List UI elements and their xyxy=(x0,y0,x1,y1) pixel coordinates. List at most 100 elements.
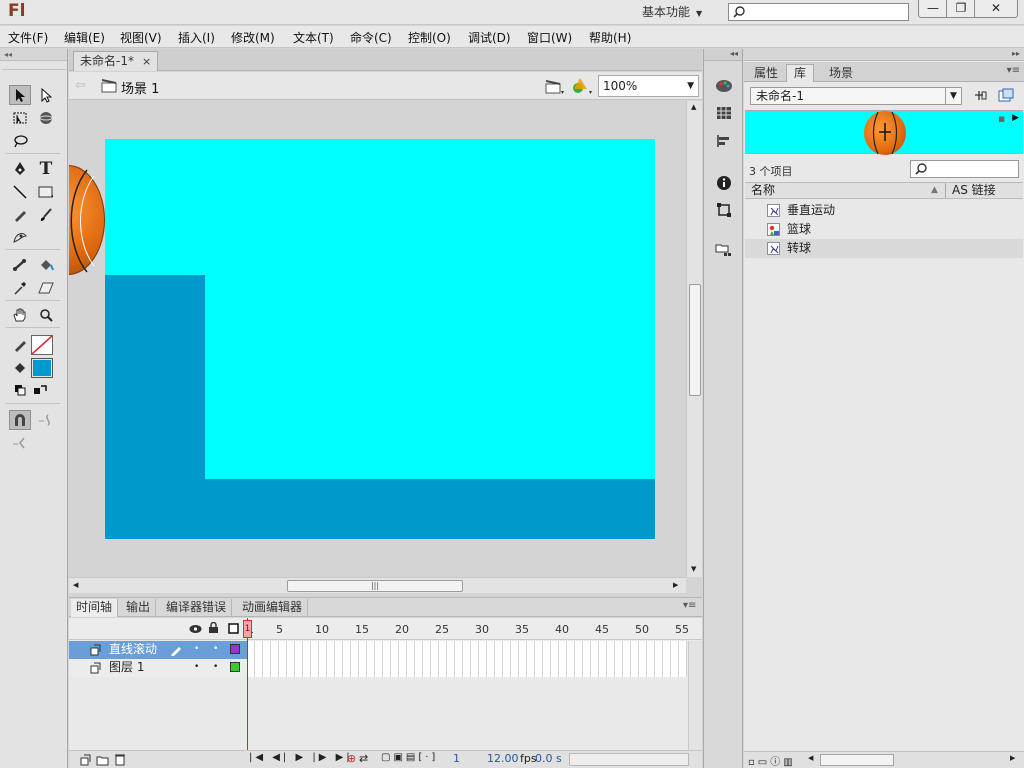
pen-tool-icon[interactable] xyxy=(9,159,31,179)
tab-timeline[interactable]: 时间轴 xyxy=(71,599,119,617)
scroll-left-icon[interactable]: ◀ xyxy=(73,581,78,589)
text-tool-icon[interactable]: T xyxy=(35,159,57,179)
deco-tool-icon[interactable] xyxy=(9,227,31,247)
fill-color-icon[interactable] xyxy=(9,358,31,378)
playhead[interactable] xyxy=(247,618,248,753)
eraser-tool-icon[interactable] xyxy=(35,278,57,298)
layer-outline-color[interactable] xyxy=(230,644,240,654)
scroll-right-icon[interactable]: ▶ xyxy=(1010,754,1015,762)
layer-frames[interactable] xyxy=(247,659,687,677)
align-icon[interactable] xyxy=(714,131,734,151)
center-frame-icon[interactable]: ⊕ xyxy=(347,752,356,765)
current-frame[interactable]: 1 xyxy=(453,752,460,765)
zoom-dropdown[interactable]: 100% ▼ xyxy=(598,75,699,97)
collapse-arrows-icon[interactable]: ◂◂ xyxy=(0,49,67,61)
loop-icon[interactable]: ⇄ xyxy=(359,752,368,765)
color-palette-icon[interactable] xyxy=(714,76,734,96)
new-folder-icon[interactable] xyxy=(96,754,109,766)
scene-label[interactable]: 场景 1 xyxy=(121,78,159,97)
layer-frames[interactable] xyxy=(247,641,687,659)
tab-motion-editor[interactable]: 动画编辑器 xyxy=(237,599,309,617)
menu-window[interactable]: 窗口(W) xyxy=(527,29,572,46)
layer-name[interactable]: 直线滚动 xyxy=(109,641,157,658)
panel-menu-icon[interactable]: ▾≡ xyxy=(683,600,696,611)
expand-arrows-icon[interactable]: ▸▸ xyxy=(1012,49,1020,58)
stop-icon[interactable]: ■ xyxy=(998,115,1005,123)
stage[interactable] xyxy=(105,139,655,539)
menu-debug[interactable]: 调试(D) xyxy=(468,29,511,46)
workspace-switcher[interactable]: 基本功能 ▼ xyxy=(636,3,708,21)
sort-up-icon[interactable]: ▲ xyxy=(931,183,938,198)
stage-horizontal-scrollbar[interactable]: ◀ ||| ▶ xyxy=(69,577,686,593)
menu-insert[interactable]: 插入(I) xyxy=(178,29,215,46)
straighten-icon[interactable] xyxy=(9,433,31,453)
elapsed-time[interactable]: 0.0 s xyxy=(535,752,562,765)
scroll-up-icon[interactable]: ▲ xyxy=(691,103,696,111)
smooth-icon[interactable] xyxy=(35,410,57,430)
library-item[interactable]: 转球 xyxy=(745,239,1023,258)
info-icon[interactable] xyxy=(714,173,734,193)
components-icon[interactable] xyxy=(714,240,734,260)
close-button[interactable]: ✕ xyxy=(974,0,1018,18)
vertical-scroll-thumb[interactable] xyxy=(689,284,701,396)
brush-tool-icon[interactable] xyxy=(35,205,57,225)
lock-dot[interactable]: • xyxy=(213,659,218,676)
help-search-input[interactable] xyxy=(728,3,909,21)
eye-icon[interactable] xyxy=(189,624,202,634)
free-transform-tool-icon[interactable] xyxy=(9,108,31,128)
bone-tool-icon[interactable] xyxy=(9,255,31,275)
menu-view[interactable]: 视图(V) xyxy=(120,29,162,46)
timeline-horizontal-scrollbar[interactable] xyxy=(569,753,689,766)
library-item[interactable]: 篮球 xyxy=(745,220,1023,239)
swatches-icon[interactable] xyxy=(714,103,734,123)
back-arrow-icon[interactable]: ⇦ xyxy=(75,78,86,93)
menu-text[interactable]: 文本(T) xyxy=(293,29,334,46)
scroll-left-icon[interactable]: ◀ xyxy=(808,754,813,762)
line-tool-icon[interactable] xyxy=(9,182,31,202)
column-linkage[interactable]: AS 链接 xyxy=(952,183,996,198)
horizontal-scroll-thumb[interactable]: ||| xyxy=(287,580,463,592)
document-tab[interactable]: 未命名-1* × xyxy=(73,51,159,71)
snap-to-objects-icon[interactable] xyxy=(9,410,31,430)
visibility-dot[interactable]: • xyxy=(194,659,199,676)
pin-library-icon[interactable] xyxy=(972,88,988,103)
3d-rotation-tool-icon[interactable] xyxy=(35,108,57,128)
library-search-input[interactable] xyxy=(910,160,1019,178)
pencil-tool-icon[interactable] xyxy=(9,205,31,225)
onion-skin-controls[interactable]: ▢▣▤[·] xyxy=(381,752,438,763)
column-name[interactable]: 名称 xyxy=(751,183,775,198)
tab-library[interactable]: 库 xyxy=(786,64,815,82)
minimize-button[interactable]: — xyxy=(918,0,948,18)
tab-scene[interactable]: 场景 xyxy=(821,64,861,82)
stroke-color-swatch[interactable] xyxy=(31,335,53,355)
fill-color-swatch[interactable] xyxy=(31,358,53,378)
stage-area[interactable] xyxy=(69,101,686,577)
stage-vertical-scrollbar[interactable]: ▲ ▼ xyxy=(686,101,702,577)
close-tab-icon[interactable]: × xyxy=(142,55,151,68)
layer-row[interactable]: 图层 1 • • xyxy=(69,659,247,677)
frame-rate[interactable]: 12.00 xyxy=(487,752,519,765)
panel-gripper[interactable] xyxy=(2,62,66,70)
library-item[interactable]: 垂直运动 xyxy=(745,201,1023,220)
lasso-tool-icon[interactable] xyxy=(9,131,31,151)
column-divider[interactable] xyxy=(945,183,946,198)
menu-edit[interactable]: 编辑(E) xyxy=(64,29,105,46)
menu-help[interactable]: 帮助(H) xyxy=(589,29,631,46)
layer-name[interactable]: 图层 1 xyxy=(109,659,144,676)
zoom-tool-icon[interactable] xyxy=(35,305,57,325)
library-footer-buttons[interactable]: ▫▭ⓘ▥ xyxy=(748,753,796,768)
outline-icon[interactable] xyxy=(228,623,239,634)
default-colors-icon[interactable] xyxy=(9,380,31,400)
library-scroll-thumb[interactable] xyxy=(820,754,894,766)
new-layer-icon[interactable] xyxy=(79,754,91,766)
edit-scene-icon[interactable] xyxy=(545,78,565,95)
menu-modify[interactable]: 修改(M) xyxy=(231,29,275,46)
tab-output[interactable]: 输出 xyxy=(121,599,157,617)
playback-controls[interactable]: |◀ ◀| ▶ |▶ ▶| xyxy=(249,752,353,763)
stroke-color-icon[interactable] xyxy=(9,335,31,355)
play-icon[interactable]: ▶ xyxy=(1012,113,1019,123)
playhead-handle[interactable]: 1 xyxy=(243,620,252,638)
tab-properties[interactable]: 属性 xyxy=(746,64,786,82)
eyedropper-tool-icon[interactable] xyxy=(9,278,31,298)
edit-symbols-icon[interactable] xyxy=(571,77,593,95)
